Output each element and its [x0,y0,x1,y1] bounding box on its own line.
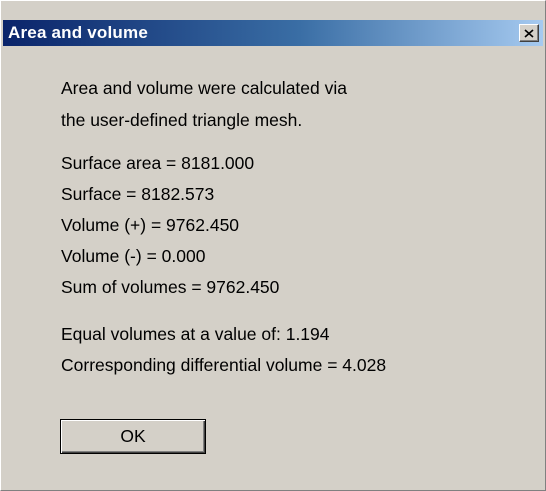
title-bar[interactable]: Area and volume [3,20,543,46]
dialog-window: Area and volume Area and volume were cal… [0,0,546,491]
volume-minus-text: Volume (-) = 0.000 [61,246,206,266]
surface-text: Surface = 8182.573 [61,184,215,204]
surface-area-text: Surface area = 8181.000 [61,153,255,173]
differential-volume-text: Corresponding differential volume = 4.02… [61,355,387,375]
volume-plus-text: Volume (+) = 9762.450 [61,215,240,235]
intro-line-2: the user-defined triangle mesh. [61,110,303,130]
equal-volumes-text: Equal volumes at a value of: 1.194 [61,324,330,344]
window-title: Area and volume [8,23,148,42]
close-icon [524,28,534,38]
intro-line-1: Area and volume were calculated via [61,78,347,98]
close-button[interactable] [519,24,539,42]
sum-volumes-text: Sum of volumes = 9762.450 [61,277,280,297]
ok-button[interactable]: OK [60,419,206,454]
